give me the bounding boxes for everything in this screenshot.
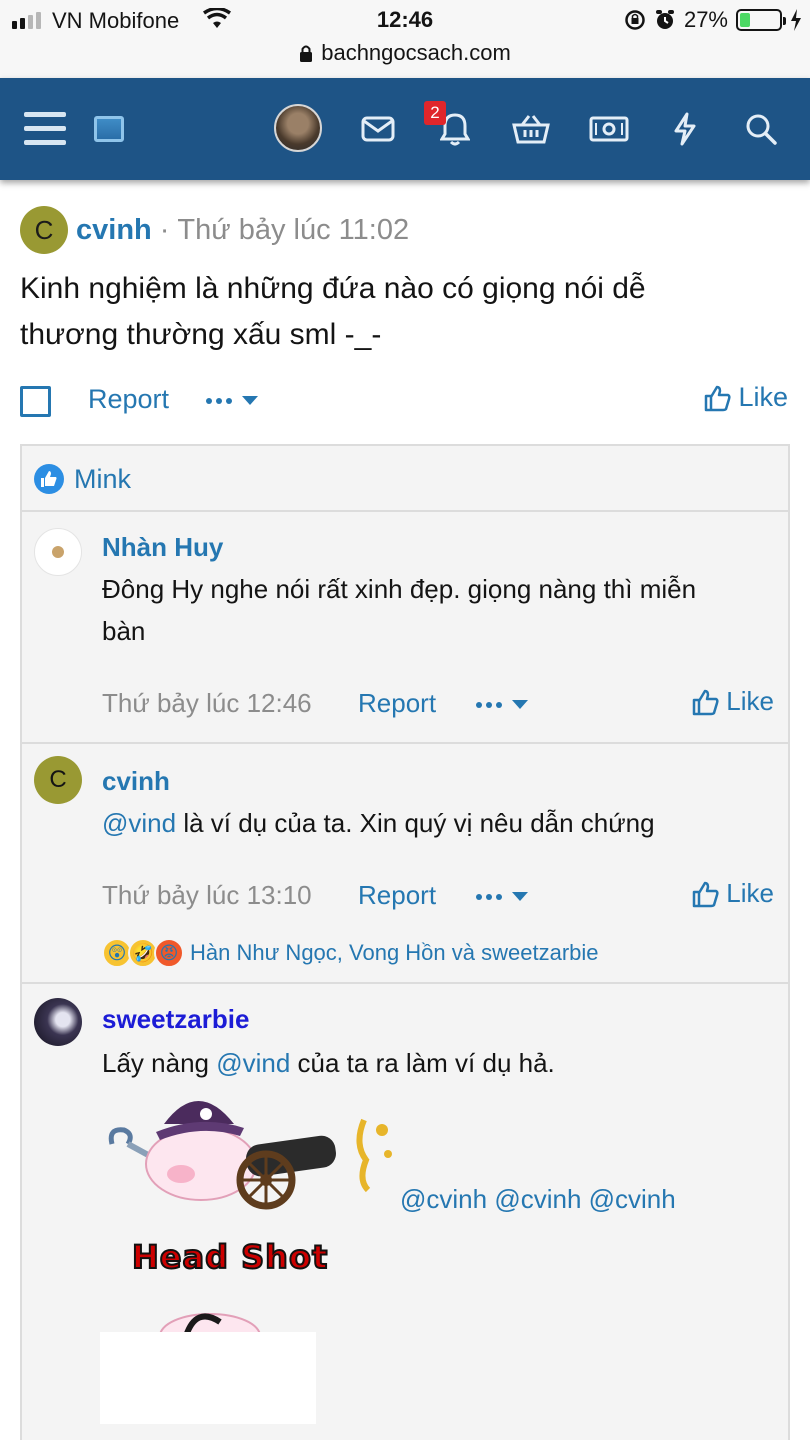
angry-reaction-icon: 😡 [154, 938, 184, 968]
report-button[interactable]: Report [358, 688, 436, 719]
comment-text: Đông Hy nghe nói rất xinh đẹp. giọng nàn… [102, 568, 772, 652]
cannon-pig-sticker [108, 1101, 392, 1210]
post-body-line: Kinh nghiệm là những đứa nào có giọng nó… [20, 272, 646, 305]
comments-block: Mink Nhàn Huy Đông Hy nghe nói rất xinh … [20, 444, 790, 1440]
like-button[interactable]: Like [692, 878, 774, 909]
reactions-bar: Mink [22, 446, 788, 512]
comment-text-line: bàn [102, 616, 146, 646]
logo-icon[interactable] [84, 104, 134, 154]
reacted-by-text: Hàn Như Ngọc, Vong Hồn và sweetzarbie [190, 940, 599, 965]
rotation-lock-icon [625, 10, 645, 30]
comment-text-content: của ta ra làm ví dụ hả. [290, 1048, 555, 1078]
more-menu-button[interactable] [476, 892, 528, 901]
charging-icon [791, 9, 801, 31]
comment-text: Lấy nàng @vind của ta ra làm ví dụ hả. [102, 1042, 772, 1084]
comment: sweetzarbie Lấy nàng @vind của ta ra làm… [22, 984, 788, 1440]
alarm-icon [655, 10, 674, 29]
post-time[interactable]: Thứ bảy lúc 11:02 [177, 214, 409, 247]
thumbs-up-icon [705, 385, 732, 411]
mention-link[interactable]: @vind [102, 808, 176, 838]
like-label: Like [738, 382, 788, 412]
menu-icon[interactable] [22, 104, 72, 154]
comment: C cvinh @vind là ví dụ của ta. Xin quý v… [22, 744, 788, 984]
more-menu-button[interactable] [206, 396, 258, 405]
more-menu-button[interactable] [476, 700, 528, 709]
like-button[interactable]: Like [692, 686, 774, 717]
comment: Nhàn Huy Đông Hy nghe nói rất xinh đẹp. … [22, 512, 788, 744]
comment-username[interactable]: cvinh [102, 766, 170, 797]
like-reaction-icon [34, 464, 64, 494]
like-button[interactable]: Like [704, 382, 788, 413]
battery-percent: 27% [683, 7, 728, 32]
avatar[interactable]: C [20, 206, 68, 254]
select-checkbox[interactable] [20, 386, 51, 417]
avatar[interactable]: C [34, 756, 82, 804]
money-icon[interactable] [584, 104, 634, 154]
like-label: Like [726, 686, 774, 716]
chevron-down-icon [242, 396, 258, 405]
basket-icon[interactable] [506, 104, 556, 154]
mail-icon[interactable] [353, 104, 403, 154]
notification-badge: 2 [424, 101, 446, 125]
url-text: bachngocsach.com [321, 40, 511, 65]
avatar[interactable] [274, 104, 322, 152]
head-shot-sticker [100, 1313, 316, 1424]
lightning-icon[interactable] [660, 104, 710, 154]
status-bar: VN Mobifone 12:46 27% [0, 0, 810, 40]
comment-text-content: Lấy nàng [102, 1048, 217, 1078]
chevron-down-icon [512, 892, 528, 901]
comment-text-content: là ví dụ của ta. Xin quý vị nêu dẫn chứn… [176, 808, 655, 838]
comment-time[interactable]: Thứ bảy lúc 12:46 [102, 688, 312, 719]
comment-username[interactable]: sweetzarbie [102, 1004, 249, 1035]
search-icon[interactable] [736, 104, 786, 154]
avatar[interactable] [34, 528, 82, 576]
report-button[interactable]: Report [358, 880, 436, 911]
like-label: Like [726, 878, 774, 908]
reactor-name[interactable]: Mink [74, 464, 131, 495]
thumbs-up-icon [693, 689, 719, 715]
post-body-line: thương thường xấu sml -_- [20, 318, 382, 351]
comment-text-line: Đông Hy nghe nói rất xinh đẹp. giọng nàn… [102, 574, 697, 604]
reaction-summary[interactable]: 😲 🤣 😡 Hàn Như Ngọc, Vong Hồn và sweetzar… [102, 938, 599, 968]
post-separator: · [159, 213, 170, 246]
lock-icon [300, 45, 313, 62]
address-bar[interactable]: bachngocsach.com [0, 40, 810, 78]
head-shot-sticker-caption: Head Shot [131, 1237, 329, 1277]
comment-time[interactable]: Thứ bảy lúc 13:10 [102, 880, 312, 911]
thumbs-up-icon [693, 881, 719, 907]
chevron-down-icon [512, 700, 528, 709]
post-actions: Report Like [20, 382, 790, 422]
comment-username[interactable]: Nhàn Huy [102, 532, 223, 563]
post-username[interactable]: cvinh [76, 214, 152, 247]
post-body: Kinh nghiệm là những đứa nào có giọng nó… [20, 266, 790, 358]
post-header: C cvinh · Thứ bảy lúc 11:02 [20, 206, 409, 254]
mention-link[interactable]: @vind [216, 1048, 290, 1078]
report-button[interactable]: Report [88, 384, 169, 415]
top-nav [0, 78, 810, 180]
mentions-line[interactable]: @cvinh @cvinh @cvinh [400, 1184, 676, 1215]
avatar[interactable] [34, 998, 82, 1046]
comment-text: @vind là ví dụ của ta. Xin quý vị nêu dẫ… [102, 802, 772, 844]
battery-icon [736, 9, 786, 31]
